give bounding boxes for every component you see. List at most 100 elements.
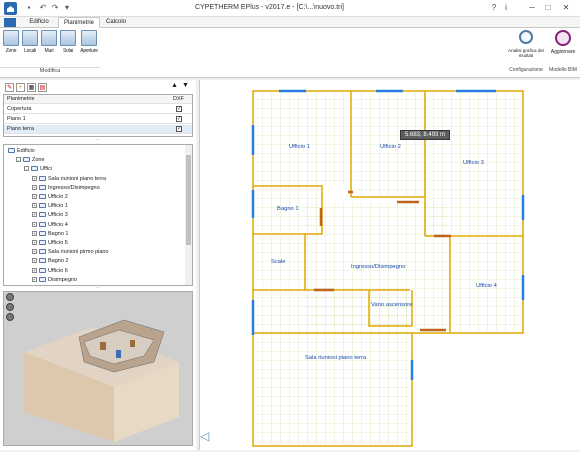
tree-item[interactable]: - Zone <box>16 156 45 165</box>
move-down-icon[interactable]: ▼ <box>182 82 189 89</box>
planimetrie-table: Planimetrie DXF Copertura ✓ Piano 1 ✓ Pi… <box>3 94 193 137</box>
table-row[interactable]: Copertura ✓ <box>4 105 192 114</box>
save-icon[interactable]: ▪ <box>24 3 34 13</box>
close-icon[interactable]: ✕ <box>560 2 572 14</box>
help-icon[interactable]: ? <box>488 2 500 14</box>
table-row[interactable]: Piano 1 ✓ <box>4 115 192 124</box>
expand-icon[interactable]: + <box>32 240 37 246</box>
tree-item[interactable]: + Ufficio 6 <box>32 267 68 276</box>
dropdown-icon[interactable]: ▾ <box>62 3 72 13</box>
room-icon <box>39 221 46 227</box>
redo-icon[interactable]: ↷ <box>50 3 60 13</box>
room-icon <box>39 212 46 218</box>
view-icon[interactable] <box>6 313 14 321</box>
tree-item-label: Ingresso/Disimpegno <box>48 184 100 191</box>
zone-button[interactable]: Zone <box>2 30 20 64</box>
aggiornare-button[interactable]: Aggiornare <box>548 30 578 64</box>
tree-item-label: Disimpegno <box>48 276 78 283</box>
expand-icon[interactable]: + <box>32 249 37 255</box>
add-icon[interactable]: + <box>16 83 25 92</box>
planimetrie-toolbar: ✎ + ▦ ▤ ▲ ▼ <box>3 82 193 94</box>
edit-icon[interactable]: ✎ <box>5 83 14 92</box>
collapse-icon[interactable]: - <box>16 157 21 163</box>
tree-item[interactable]: + Disimpegno <box>32 276 77 285</box>
expand-icon[interactable]: + <box>32 184 37 190</box>
expand-icon[interactable]: + <box>32 267 37 273</box>
3d-model-preview <box>24 319 179 442</box>
room-icon <box>39 194 46 200</box>
tree-item[interactable]: - Uffici <box>24 165 52 174</box>
move-up-icon[interactable]: ▲ <box>171 82 178 89</box>
tree-item[interactable]: + Bagno 2 <box>32 257 69 266</box>
tree-item[interactable]: + Bagno 1 <box>32 230 69 239</box>
collapse-icon[interactable]: - <box>24 166 29 172</box>
tree-item[interactable]: + Sala riunioni pirmo piano <box>32 248 109 257</box>
expand-icon[interactable]: + <box>32 221 37 227</box>
expand-icon[interactable]: + <box>32 194 37 200</box>
building-tree: Edificio - Zone - Uffici + Sala riunioni piano… <box>3 144 193 286</box>
solai-button[interactable]: Solai <box>59 30 77 64</box>
minimize-icon[interactable]: ─ <box>526 2 538 14</box>
room-icon <box>39 175 46 181</box>
expand-icon[interactable]: + <box>32 258 37 264</box>
magnifier-icon <box>519 30 533 44</box>
tree-item[interactable]: + Ingresso/Disimpegno <box>32 184 100 193</box>
aperture-icon <box>81 30 97 46</box>
dxf-checkbox[interactable]: ✓ <box>176 126 182 132</box>
room-icon <box>39 230 46 236</box>
tab-calcolo[interactable]: Calcolo <box>100 17 132 28</box>
info-icon[interactable]: i <box>500 2 512 14</box>
expand-icon[interactable]: + <box>32 203 37 209</box>
camera-icon[interactable] <box>6 293 14 301</box>
folder-icon <box>23 157 30 163</box>
dxf-checkbox[interactable]: ✓ <box>176 116 182 122</box>
app-logo-icon[interactable] <box>4 2 17 15</box>
tree-item[interactable]: + Sala riunioni piano terra <box>32 175 106 184</box>
analisi-grafica-button[interactable]: Analisi grafica dei risultati <box>508 30 544 64</box>
room-ufficio-1 <box>255 93 351 186</box>
tree-item-label: Ufficio 3 <box>48 212 68 219</box>
dxf-checkbox[interactable]: ✓ <box>176 106 182 112</box>
tree-item[interactable]: + Ufficio 4 <box>32 221 68 230</box>
tree-item[interactable]: + Ufficio 1 <box>32 202 68 211</box>
expand-icon[interactable]: + <box>32 175 37 181</box>
table-row-selected[interactable]: Piano terra ✓ <box>4 125 192 134</box>
folder-icon <box>31 166 38 172</box>
tree-item[interactable]: + Ufficio 5 <box>32 239 68 248</box>
room-icon <box>39 203 46 209</box>
tab-edificio[interactable]: Edificio <box>20 17 58 28</box>
3d-view[interactable] <box>3 291 193 446</box>
plan-canvas[interactable]: Ufficio 1 Ufficio 2 Ufficio 3 Bagno 1 Sc… <box>199 80 580 450</box>
splitter[interactable]: ··· <box>3 286 193 291</box>
delete-icon[interactable]: ▦ <box>27 83 36 92</box>
tree-item[interactable]: + Ufficio 2 <box>32 193 68 202</box>
locali-button[interactable]: Locali <box>21 30 39 64</box>
muri-button[interactable]: Muri <box>40 30 58 64</box>
tree-item[interactable]: + Ufficio 3 <box>32 211 68 220</box>
room-label: Vano ascensore <box>371 302 413 308</box>
expand-icon[interactable]: + <box>32 230 37 236</box>
tree-item-label: Bagno 2 <box>48 258 69 265</box>
expand-icon[interactable]: + <box>32 276 37 282</box>
ribbon: Zone Locali Muri Solai Aperture Modifica… <box>0 28 580 78</box>
solai-icon <box>60 30 76 46</box>
sun-icon[interactable] <box>6 303 14 311</box>
tree-item-label: Ufficio 6 <box>48 267 68 274</box>
tree-root[interactable]: Edificio <box>8 147 35 156</box>
scrollbar-thumb[interactable] <box>186 155 191 245</box>
3d-view-toolbar <box>6 293 15 323</box>
zone-icon <box>3 30 19 46</box>
room-label: Bagno 1 <box>277 206 299 212</box>
maximize-icon[interactable]: □ <box>542 2 554 14</box>
tree-item-label: Ufficio 4 <box>48 221 68 228</box>
splitter[interactable]: ··· <box>3 138 193 143</box>
undo-icon[interactable]: ↶ <box>38 3 48 13</box>
group-label-modifica: Modifica <box>0 67 100 74</box>
dxf-icon[interactable]: ▤ <box>38 83 47 92</box>
expand-icon[interactable]: + <box>32 212 37 218</box>
tree-scrollbar[interactable] <box>185 145 192 285</box>
aperture-button[interactable]: Aperture <box>80 30 98 64</box>
room-label: Ufficio 4 <box>476 283 497 289</box>
file-menu-button[interactable] <box>4 18 16 27</box>
nav-arrow-icon[interactable]: ◁ <box>200 429 209 443</box>
